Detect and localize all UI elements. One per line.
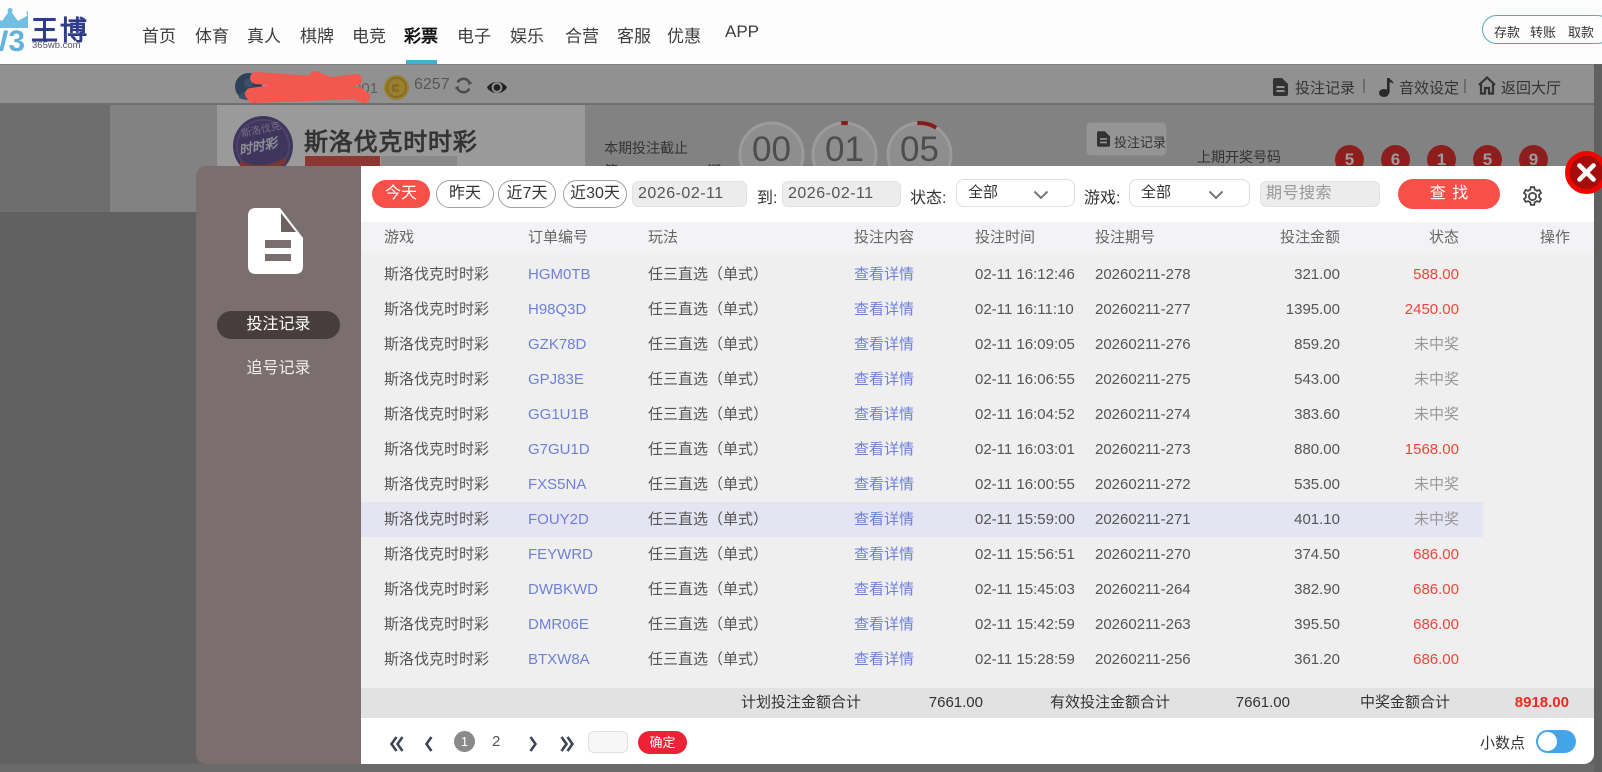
svg-text:W3: W3	[0, 25, 25, 54]
